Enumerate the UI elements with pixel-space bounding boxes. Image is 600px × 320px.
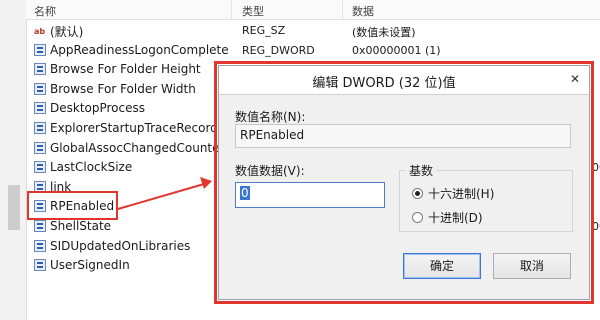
binary-value-icon [34,259,46,272]
value-name-text: LastClockSize [50,160,133,175]
registry-value-row[interactable]: AppReadinessLogonComplete REG_DWORD 0x0000… [26,41,600,60]
value-name-text: Browse For Folder Height [50,62,201,77]
tree-pane-edge [0,0,27,320]
close-icon[interactable]: ✕ [567,72,583,86]
binary-value-icon [34,63,46,76]
value-name-cell: DesktopProcess [34,101,145,115]
binary-value-icon [34,220,46,232]
value-name-label: 数值名称(N): [235,110,306,124]
binary-value-icon [34,82,46,95]
value-name-text: (默认) [50,25,84,39]
value-type-cell: REG_DWORD [242,43,315,57]
string-value-icon: ab [34,26,46,36]
value-name-cell: SIDUpdatedOnLibraries [34,239,190,253]
list-header: 名称 类型 数据 [26,0,600,20]
value-data-cell: 0x00000001 (1) [352,43,441,57]
value-name-cell: GlobalAssocChangedCounter [34,141,224,155]
column-header-data[interactable]: 数据 [352,3,374,19]
binary-value-icon [34,239,46,252]
value-name-cell: UserSignedIn [34,258,130,272]
value-name-text: Browse For Folder Width [50,81,196,96]
hex-label: 十六进制(H) [428,187,495,201]
value-name-cell: Browse For Folder Height [34,62,201,76]
dec-radio[interactable]: 十进制(D) [412,209,483,226]
radio-empty-icon [412,212,423,223]
column-header-type[interactable]: 类型 [242,3,264,19]
binary-value-icon [34,161,46,174]
highlight-arrow [117,177,212,210]
dec-label: 十进制(D) [428,211,483,225]
binary-value-icon [34,102,46,115]
binary-value-icon [34,141,46,154]
value-name-text: UserSignedIn [50,258,130,273]
value-name-text: DesktopProcess [50,101,146,116]
column-divider[interactable] [342,0,343,19]
value-data-cell: (数值未设置) [352,26,416,39]
value-name-cell: LastClockSize [34,160,132,174]
value-name-field[interactable]: RPEnabled [235,124,571,148]
radio-selected-icon [412,188,423,199]
value-name-text: ShellState [50,219,112,233]
value-data-text: 0 [240,186,250,200]
value-name-text: ExplorerStartupTraceRecordec [50,121,232,135]
value-name-text: AppReadinessLogonComplete [50,42,229,57]
hex-radio[interactable]: 十六进制(H) [412,185,494,202]
value-name-cell: ShellState [34,219,111,233]
binary-value-icon [34,122,46,134]
cancel-button[interactable]: 取消 [493,253,571,279]
tree-scrollbar[interactable] [8,185,20,230]
dialog-titlebar[interactable]: 编辑 DWORD (32 位)值 ✕ [219,66,589,95]
column-divider[interactable] [231,0,232,19]
value-name-cell: AppReadinessLogonComplete [34,43,229,57]
value-name-text: SIDUpdatedOnLibraries [50,238,191,253]
registry-value-row[interactable]: ab (默认) REG_SZ (数值未设置) [26,21,600,40]
value-name-cell: Browse For Folder Width [34,82,196,96]
rpenabled-highlight-box [27,191,118,220]
value-type-cell: REG_SZ [242,24,286,37]
base-groupbox: 基数 十六进制(H) 十进制(D) [399,162,573,232]
value-name-cell: ExplorerStartupTraceRecordec [34,121,232,135]
edit-dword-dialog: 编辑 DWORD (32 位)值 ✕ 数值名称(N): RPEnabled 数值… [218,65,590,300]
value-name-cell: ab (默认) [34,23,83,40]
base-label: 基数 [406,162,437,179]
value-name-text: GlobalAssocChangedCounter [50,140,225,155]
ok-button[interactable]: 确定 [403,253,481,279]
column-header-name[interactable]: 名称 [34,3,56,19]
binary-value-icon [34,43,46,56]
dialog-title: 编辑 DWORD (32 位)值 [312,76,456,91]
value-data-label: 数值数据(V): [235,164,305,178]
value-data-input[interactable]: 0 [235,182,385,208]
